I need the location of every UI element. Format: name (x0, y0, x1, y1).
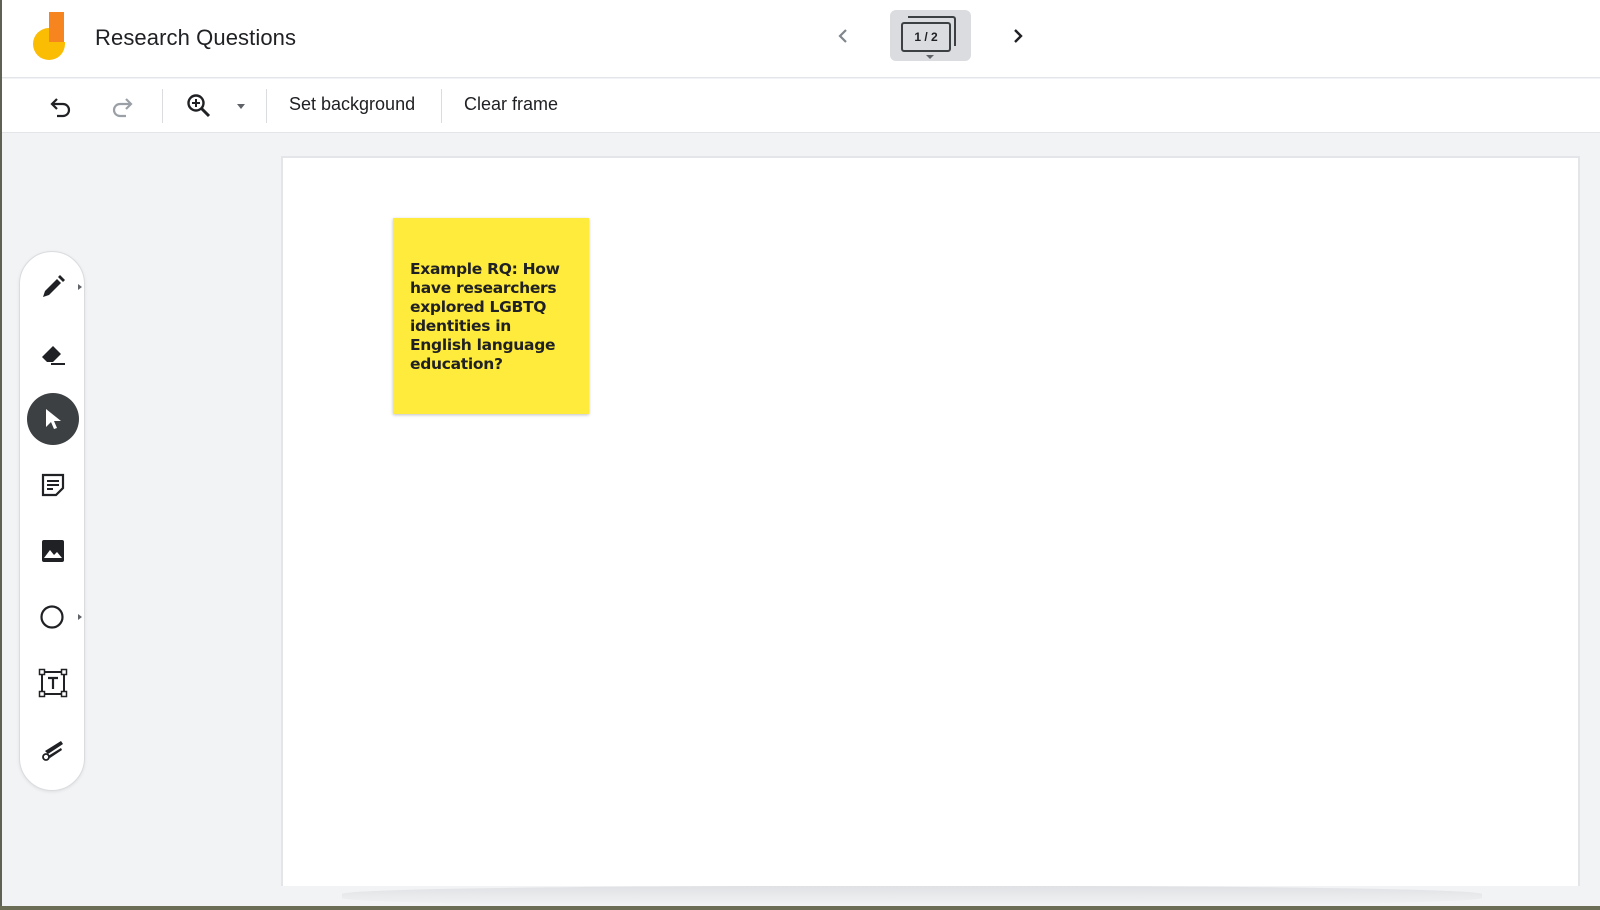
redo-icon (112, 98, 133, 118)
toolbar: Set background Clear frame (2, 79, 1600, 133)
frame-indicator: 1 / 2 (901, 22, 951, 52)
set-background-button[interactable]: Set background (289, 94, 415, 115)
eraser-icon (42, 346, 65, 365)
sticky-note-tool-button[interactable] (27, 459, 79, 511)
canvas-shadow (342, 886, 1482, 906)
circle-icon (40, 605, 64, 629)
pen-icon (43, 275, 65, 297)
chevron-right-icon (1014, 29, 1023, 43)
caret-down-icon (926, 55, 934, 59)
clear-frame-button[interactable]: Clear frame (464, 94, 558, 115)
text-box-icon (38, 668, 68, 698)
laser-icon (42, 741, 63, 761)
text-box-tool-button[interactable] (27, 657, 79, 709)
sticky-note-icon (41, 473, 65, 497)
previous-frame-button[interactable] (829, 22, 857, 50)
undo-button[interactable] (46, 91, 76, 121)
jamboard-logo-icon (32, 12, 68, 62)
document-title[interactable]: Research Questions (95, 25, 296, 51)
image-tool-button[interactable] (27, 525, 79, 577)
zoom-in-icon (187, 94, 211, 118)
undo-icon (50, 98, 71, 118)
zoom-button[interactable] (184, 91, 214, 121)
toolbar-divider (266, 89, 267, 123)
chevron-left-icon (838, 29, 847, 43)
laser-tool-button[interactable] (27, 723, 79, 775)
tool-rail (19, 251, 85, 791)
app-window: Research Questions 1 / 2 Set background … (0, 0, 1600, 906)
select-tool-button[interactable] (27, 393, 79, 445)
pen-tool-button[interactable] (27, 261, 82, 313)
pointer-icon (46, 409, 61, 429)
sticky-note[interactable]: Example RQ: How have researchers explore… (393, 218, 589, 414)
zoom-dropdown-caret-icon[interactable] (237, 104, 245, 109)
toolbar-divider (441, 89, 442, 123)
submenu-arrow-icon (78, 284, 82, 290)
toolbar-divider (162, 89, 163, 123)
frame-picker-button[interactable]: 1 / 2 (890, 10, 971, 61)
redo-button[interactable] (107, 91, 137, 121)
header-bar: Research Questions 1 / 2 (2, 0, 1600, 78)
next-frame-button[interactable] (1004, 22, 1032, 50)
shape-tool-button[interactable] (27, 591, 82, 643)
eraser-tool-button[interactable] (27, 327, 79, 379)
image-icon (42, 540, 64, 562)
submenu-arrow-icon (78, 614, 82, 620)
